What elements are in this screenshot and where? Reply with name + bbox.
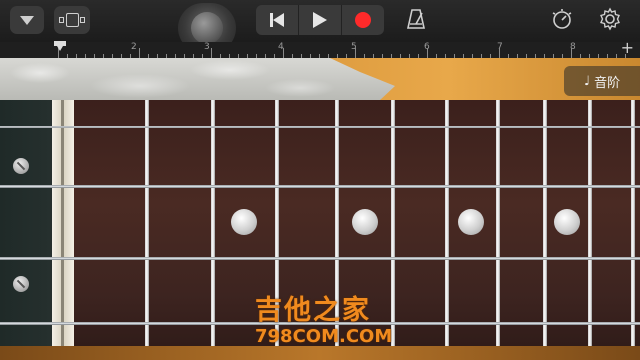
transport-controls (256, 5, 384, 35)
scale-button[interactable]: ♩ 音阶 (564, 66, 640, 96)
pearl-pickguard (0, 58, 395, 100)
fret (445, 100, 449, 360)
settings-gear-icon[interactable] (598, 7, 622, 31)
guitar-nut (52, 100, 74, 360)
ruler-tick (499, 48, 500, 58)
tempo-dial-icon[interactable] (550, 7, 574, 31)
track-view-icon (57, 11, 87, 29)
play-button[interactable] (299, 5, 342, 35)
ruler-tick (139, 48, 140, 58)
ruler-tick (427, 48, 428, 58)
fret (145, 100, 149, 360)
ruler-tick (211, 48, 212, 58)
fret (588, 100, 592, 360)
ruler-tick (571, 48, 572, 58)
tracks-view-button[interactable] (54, 6, 90, 34)
fret-inlay (458, 209, 484, 235)
headstock (0, 100, 52, 360)
fret (391, 100, 395, 360)
fret-inlay (554, 209, 580, 235)
record-icon (355, 12, 371, 28)
screw-icon (13, 158, 29, 174)
guitar-string[interactable] (0, 126, 640, 128)
watermark-title: 吉他之家 (255, 295, 371, 326)
fret (496, 100, 500, 360)
scale-button-label: 音阶 (594, 75, 621, 91)
add-section-button[interactable]: + (621, 40, 634, 56)
ruler-tick (355, 48, 356, 58)
bar-number: 3 (204, 42, 210, 52)
fret (543, 100, 547, 360)
fret (211, 100, 215, 360)
guitar-body-edge (0, 346, 640, 360)
menu-button[interactable] (10, 6, 44, 34)
playhead-marker (54, 41, 66, 51)
music-notes-icon: ♩ (583, 73, 591, 89)
fret (631, 100, 635, 360)
ruler-tick (283, 48, 284, 58)
triangle-down-icon (20, 15, 34, 25)
play-icon (313, 12, 327, 28)
record-button[interactable] (342, 5, 384, 35)
control-bar (0, 0, 640, 53)
fret-inlay (231, 209, 257, 235)
screw-icon (13, 276, 29, 292)
bar-number: 2 (131, 42, 137, 52)
timeline-ruler[interactable]: 2 3 4 5 6 7 8 (0, 42, 640, 59)
metronome-icon[interactable] (404, 7, 428, 31)
fret-inlay (352, 209, 378, 235)
guitar-string[interactable] (0, 257, 640, 260)
guitar-string[interactable] (0, 185, 640, 188)
rewind-button[interactable] (256, 5, 299, 35)
watermark-url: 798COM.COM (255, 326, 393, 347)
rewind-icon (270, 13, 284, 27)
